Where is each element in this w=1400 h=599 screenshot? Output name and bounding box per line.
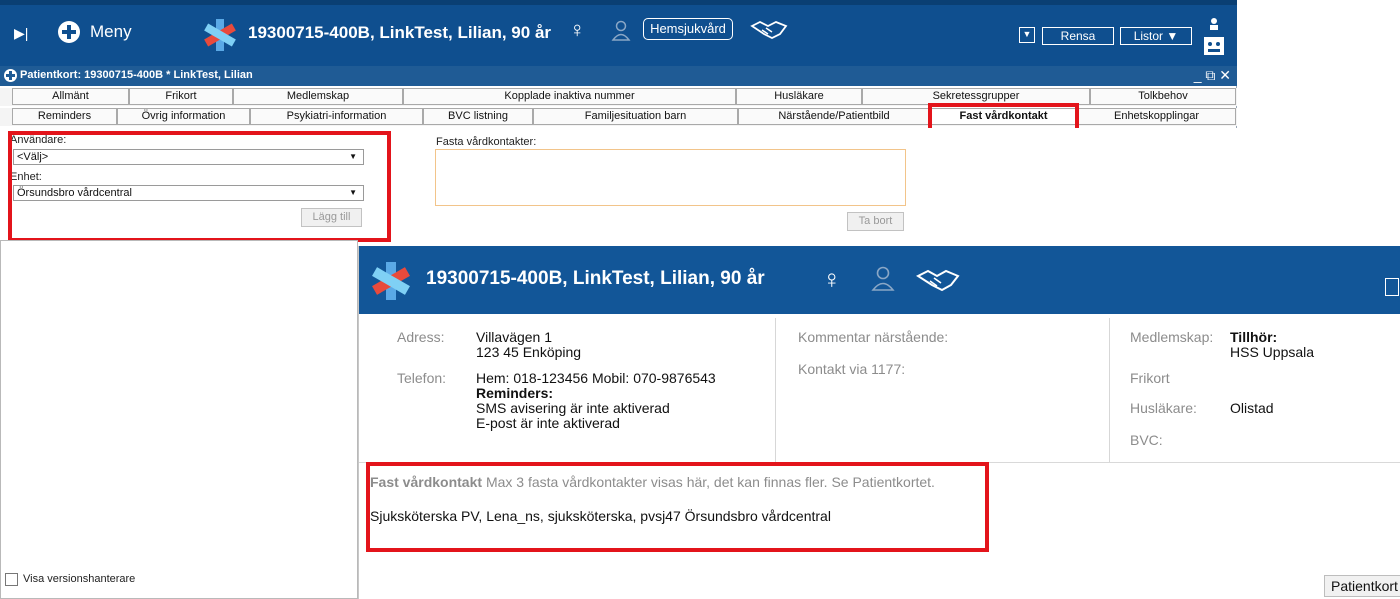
tab-kopplade[interactable]: Kopplade inaktiva nummer: [403, 88, 736, 105]
menu-plus-icon[interactable]: [58, 21, 80, 43]
person-icon[interactable]: [871, 266, 895, 292]
person-icon[interactable]: [611, 20, 631, 42]
patientkort-button[interactable]: Patientkort: [1324, 575, 1400, 597]
version-checkbox[interactable]: [5, 573, 18, 586]
address-line2: 123 45 Enköping: [476, 344, 582, 360]
medical-star-icon: [203, 18, 237, 52]
version-checkbox-label[interactable]: Visa versionshanterare: [23, 573, 135, 585]
comment-label: Kommentar närstående:: [798, 329, 949, 345]
tab-familjesituation[interactable]: Familjesituation barn: [533, 108, 738, 125]
handshake-icon[interactable]: [915, 267, 960, 293]
header-action-icon[interactable]: [1385, 278, 1399, 296]
bvc-label: BVC:: [1130, 432, 1163, 448]
tab-tolkbehov[interactable]: Tolkbehov: [1090, 88, 1236, 105]
listor-label: Listor: [1133, 29, 1164, 43]
handshake-icon[interactable]: [750, 18, 788, 40]
membership-label: Medlemskap:: [1130, 329, 1214, 345]
column-divider: [1109, 318, 1110, 462]
column-divider: [775, 318, 776, 462]
tab-psykiatri[interactable]: Psykiatri-information: [250, 108, 423, 125]
phone-label: Telefon:: [397, 370, 447, 386]
window-plus-icon: [4, 69, 17, 82]
care-badge[interactable]: Hemsjukvård: [643, 18, 733, 40]
address-label: Adress:: [397, 329, 445, 345]
listor-button[interactable]: Listor ▼: [1120, 27, 1192, 45]
tab-ovrig-information[interactable]: Övrig information: [117, 108, 250, 125]
user-profile-icon[interactable]: [1201, 13, 1227, 59]
tab-narstaende[interactable]: Närstående/Patientbild: [738, 108, 930, 125]
frikort-label: Frikort: [1130, 370, 1170, 386]
address-line1: Villavägen 1: [476, 329, 553, 345]
contact-1177-label: Kontakt via 1177:: [798, 361, 906, 377]
tab-bvc-listning[interactable]: BVC listning: [423, 108, 533, 125]
contacts-list[interactable]: [435, 149, 906, 206]
left-panel: Visa versionshanterare: [0, 240, 358, 599]
membership-value: HSS Uppsala: [1230, 344, 1315, 360]
highlight-form-box: [8, 131, 391, 242]
patient-title: 19300715-400B, LinkTest, Lilian, 90 år: [248, 23, 552, 42]
reminder-sms: SMS avisering är inte aktiverad: [476, 400, 670, 416]
reminders-title: Reminders:: [476, 385, 554, 401]
window-title: Patientkort: 19300715-400B * LinkTest, L…: [20, 69, 253, 81]
tab-reminders[interactable]: Reminders: [12, 108, 117, 125]
overlay-header: 19300715-400B, LinkTest, Lilian, 90 år ♀: [359, 246, 1400, 314]
tab-allmant[interactable]: Allmänt: [12, 88, 129, 105]
tab-frikort[interactable]: Frikort: [129, 88, 233, 105]
tab-huslakare[interactable]: Husläkare: [736, 88, 862, 105]
reminder-email: E-post är inte aktiverad: [476, 415, 620, 431]
tab-medlemskap[interactable]: Medlemskap: [233, 88, 403, 105]
window-controls[interactable]: _ ⧉ ✕: [1194, 67, 1231, 84]
remove-button[interactable]: Ta bort: [847, 212, 904, 231]
dropdown-toggle-button[interactable]: ▼: [1019, 27, 1035, 43]
contacts-label: Fasta vårdkontakter:: [436, 136, 537, 148]
tab-enhetskopplingar[interactable]: Enhetskopplingar: [1077, 108, 1236, 125]
top-toolbar: ▶| Meny 19300715-400B, LinkTest, Lilian,…: [0, 0, 1237, 66]
female-icon: ♀: [822, 264, 842, 294]
highlight-fast-section-box: [366, 462, 989, 552]
medical-star-icon: [371, 261, 411, 301]
gp-value: Olistad: [1230, 400, 1274, 416]
rensa-button[interactable]: Rensa: [1042, 27, 1114, 45]
overlay-patient-title: 19300715-400B, LinkTest, Lilian, 90 år: [426, 268, 765, 289]
menu-label[interactable]: Meny: [90, 22, 132, 42]
gp-label: Husläkare:: [1130, 400, 1197, 416]
chevron-down-icon: ▼: [1166, 29, 1179, 43]
female-icon: ♀: [569, 17, 586, 42]
collapse-icon[interactable]: ▶|: [14, 25, 28, 42]
window-titlebar: Patientkort: 19300715-400B * LinkTest, L…: [0, 66, 1237, 86]
phone-value: Hem: 018-123456 Mobil: 070-9876543: [476, 370, 716, 386]
membership-title: Tillhör:: [1230, 329, 1278, 345]
